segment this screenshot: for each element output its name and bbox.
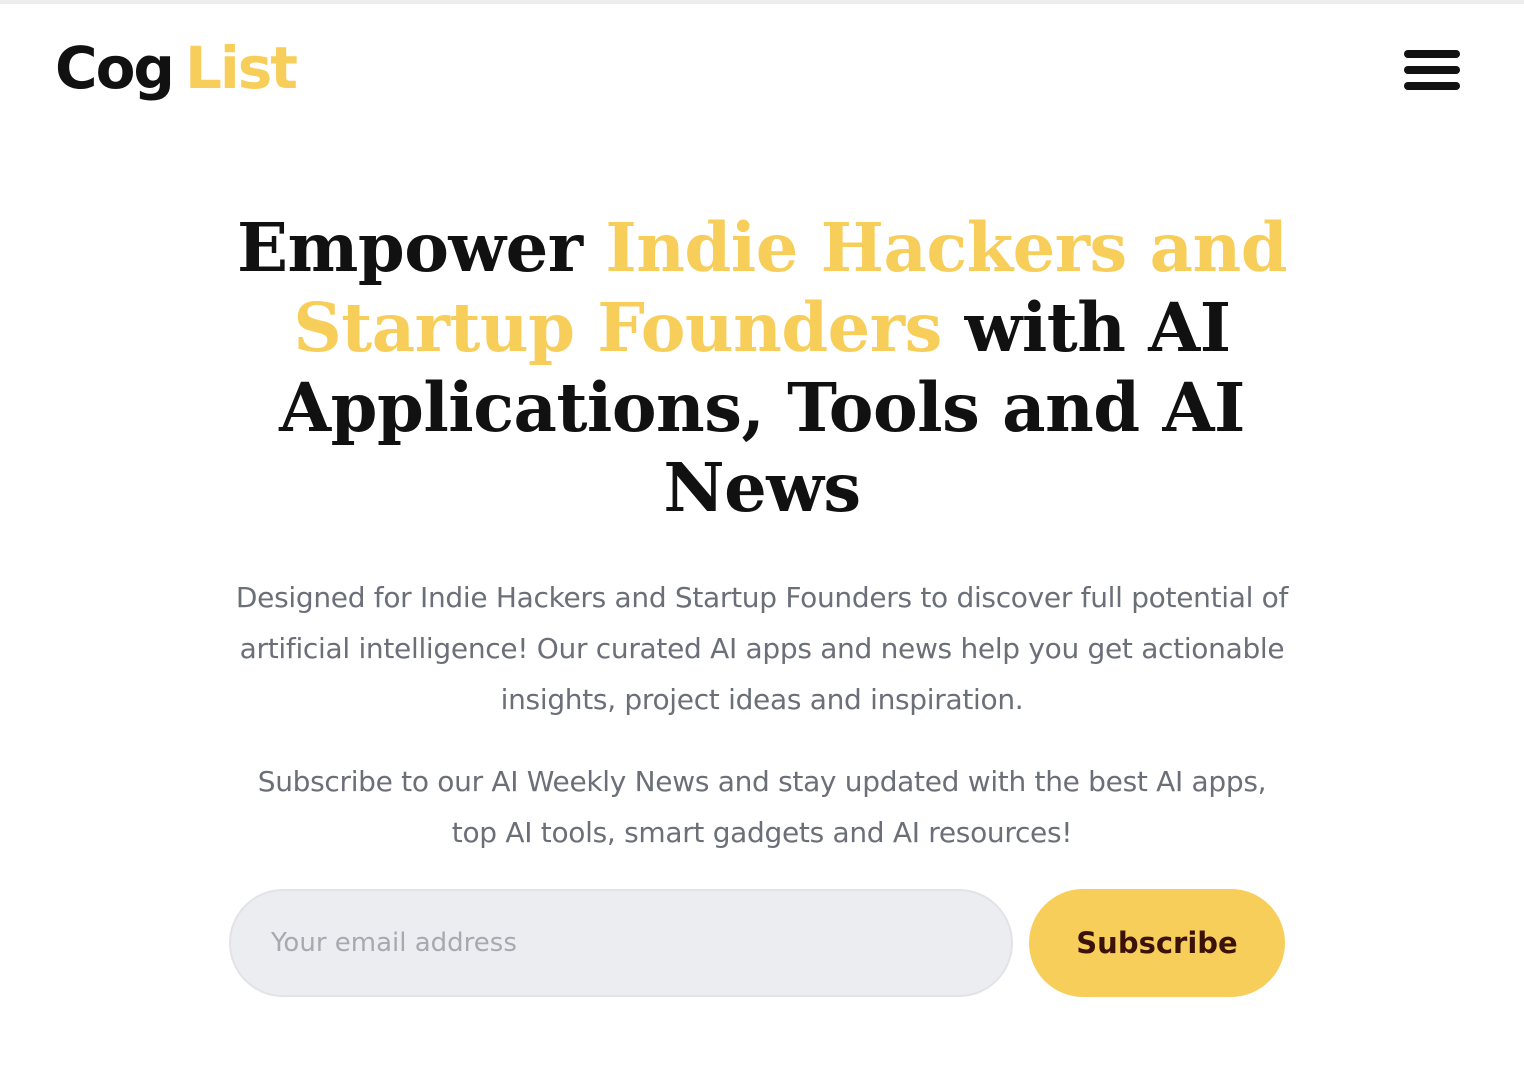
hamburger-menu-icon[interactable] — [1400, 46, 1462, 94]
newsletter-pitch: Subscribe to our AI Weekly News and stay… — [257, 765, 1267, 849]
hero-title-lead: Empower — [236, 208, 606, 287]
menu-bar-middle — [1404, 66, 1460, 74]
email-input[interactable] — [229, 889, 1013, 997]
site-logo[interactable]: Cog List — [55, 30, 298, 106]
hero-title: Empower Indie Hackers and Startup Founde… — [212, 208, 1312, 528]
menu-bar-top — [1404, 50, 1460, 58]
logo-text-cog: Cog — [55, 34, 175, 102]
subscribe-button[interactable]: Subscribe — [1029, 889, 1285, 997]
logo-text-list: List — [184, 34, 298, 102]
menu-bar-bottom — [1404, 82, 1460, 90]
hero-description: Designed for Indie Hackers and Startup F… — [235, 581, 1289, 716]
top-divider — [0, 0, 1524, 4]
